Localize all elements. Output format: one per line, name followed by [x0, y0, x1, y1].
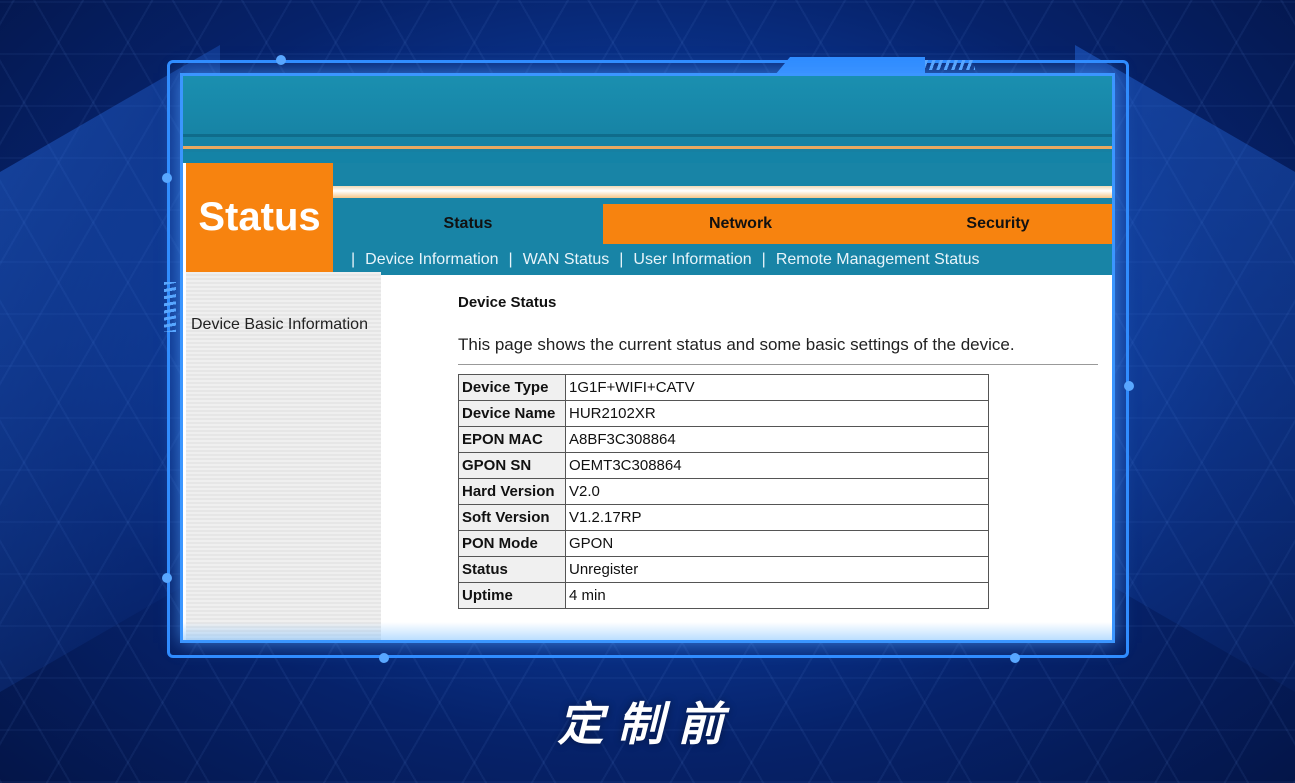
row-value: GPON	[565, 530, 989, 557]
router-admin-screen: Status Status Network Security | Device …	[180, 73, 1115, 643]
sub-navigation: | Device Information | WAN Status | User…	[333, 246, 1112, 274]
row-label: Hard Version	[458, 478, 566, 505]
row-value: OEMT3C308864	[565, 452, 989, 479]
tab-security[interactable]: Security	[878, 204, 1112, 244]
row-label: PON Mode	[458, 530, 566, 557]
main-content: Device Status This page shows the curren…	[458, 272, 1098, 640]
subnav-wan-status[interactable]: WAN Status	[523, 251, 610, 269]
frame-stripes-decoration	[925, 60, 975, 70]
subnav-separator: |	[508, 251, 513, 268]
screen-bottom-glow	[183, 622, 1112, 640]
sidebar-item-device-basic-information[interactable]: Device Basic Information	[191, 316, 368, 334]
subnav-separator: |	[619, 251, 624, 268]
page-description: This page shows the current status and s…	[458, 335, 1015, 354]
table-row: EPON MAC A8BF3C308864	[458, 426, 989, 453]
subnav-remote-management-status[interactable]: Remote Management Status	[776, 251, 980, 269]
row-value: 1G1F+WIFI+CATV	[565, 374, 989, 401]
row-value: A8BF3C308864	[565, 426, 989, 453]
frame-dot	[1124, 381, 1134, 391]
row-label: Device Name	[458, 400, 566, 427]
row-label: EPON MAC	[458, 426, 566, 453]
frame-dot	[379, 653, 389, 663]
tab-network[interactable]: Network	[603, 204, 878, 244]
page-title: Device Status	[458, 294, 557, 311]
row-label: Soft Version	[458, 504, 566, 531]
row-value: Unregister	[565, 556, 989, 583]
table-row: Hard Version V2.0	[458, 478, 989, 505]
frame-dot	[276, 55, 286, 65]
table-row: Device Type 1G1F+WIFI+CATV	[458, 374, 989, 401]
subnav-separator: |	[351, 251, 356, 268]
table-row: Soft Version V1.2.17RP	[458, 504, 989, 531]
row-label: Status	[458, 556, 566, 583]
subnav-device-information[interactable]: Device Information	[365, 251, 498, 269]
frame-side-stripes	[164, 282, 176, 332]
subnav-separator: |	[761, 251, 766, 268]
frame-dot	[162, 573, 172, 583]
device-info-table: Device Type 1G1F+WIFI+CATV Device Name H…	[458, 374, 989, 609]
row-value: 4 min	[565, 582, 989, 609]
table-row: PON Mode GPON	[458, 530, 989, 557]
divider	[458, 364, 1098, 365]
row-label: GPON SN	[458, 452, 566, 479]
frame-dot	[1010, 653, 1020, 663]
frame-dot	[162, 173, 172, 183]
top-banner	[183, 76, 1112, 163]
table-row: GPON SN OEMT3C308864	[458, 452, 989, 479]
section-logo: Status	[186, 163, 333, 272]
row-value: V2.0	[565, 478, 989, 505]
sidebar: Device Basic Information	[186, 272, 381, 640]
table-row: Device Name HUR2102XR	[458, 400, 989, 427]
subnav-user-information[interactable]: User Information	[633, 251, 751, 269]
row-label: Device Type	[458, 374, 566, 401]
table-row: Status Unregister	[458, 556, 989, 583]
row-value: HUR2102XR	[565, 400, 989, 427]
nav-gradient-strip	[333, 186, 1112, 198]
row-label: Uptime	[458, 582, 566, 609]
table-row: Uptime 4 min	[458, 582, 989, 609]
tab-status[interactable]: Status	[333, 204, 603, 244]
caption-text: 定制前	[557, 697, 738, 751]
row-value: V1.2.17RP	[565, 504, 989, 531]
